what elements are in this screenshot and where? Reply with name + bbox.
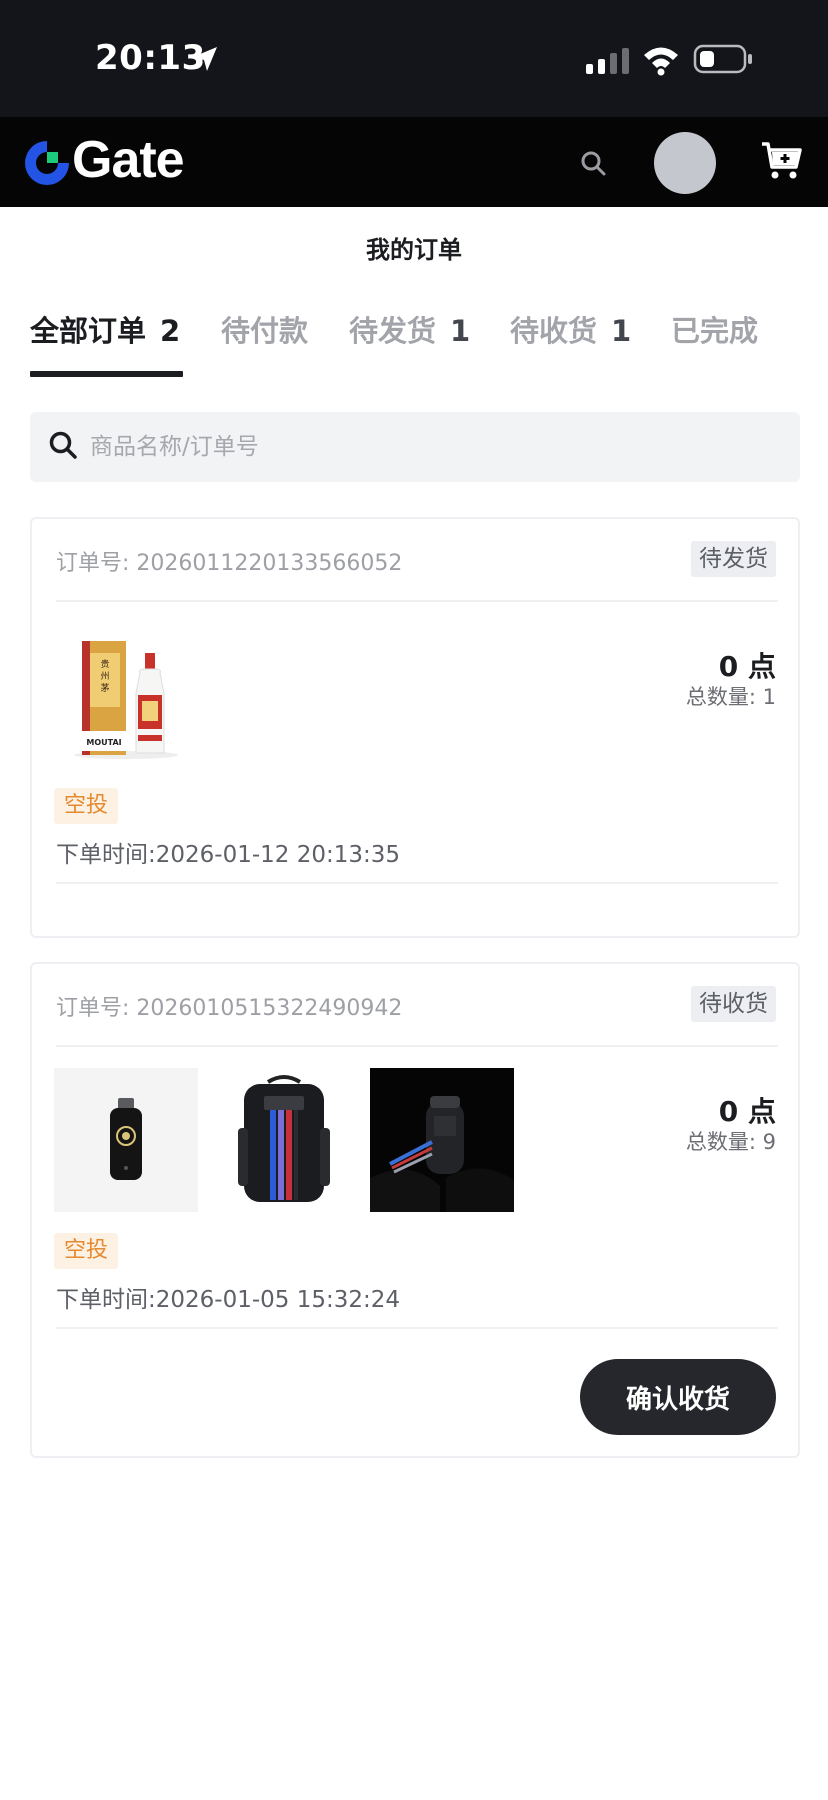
- svg-text:茅: 茅: [100, 683, 109, 694]
- svg-text:州: 州: [100, 671, 109, 682]
- airdrop-tag: 空投: [54, 1233, 119, 1269]
- search-box: [30, 412, 800, 482]
- cart-icon[interactable]: [760, 141, 802, 181]
- tab-label: 待发货: [349, 314, 437, 348]
- confirm-receipt-button[interactable]: 确认收货: [580, 1359, 776, 1435]
- order-time: 下单时间:2026-01-05 15:32:24: [56, 1287, 401, 1313]
- backpack-image[interactable]: [212, 1068, 356, 1212]
- avatar[interactable]: [654, 132, 716, 194]
- tab-label: 待收货: [510, 314, 598, 348]
- divider: [56, 600, 778, 602]
- svg-text:MOUTAI: MOUTAI: [86, 738, 121, 747]
- tab-pending-payment[interactable]: 待付款: [221, 308, 308, 350]
- order-card[interactable]: 订单号: 2026011220133566052 待发货 贵 州 茅 MOUTA…: [30, 517, 800, 938]
- tab-all-orders[interactable]: 全部订单 2: [30, 308, 180, 350]
- gate-logo-icon[interactable]: [22, 138, 72, 188]
- divider: [56, 1327, 778, 1329]
- tab-count: 1: [611, 314, 632, 348]
- tab-completed[interactable]: 已完成: [671, 308, 758, 350]
- tab-count: 1: [450, 314, 471, 348]
- wifi-icon: [644, 47, 678, 76]
- tab-label: 待付款: [221, 314, 309, 348]
- order-status-badge: 待收货: [691, 986, 776, 1022]
- order-number: 订单号: 2026010515322490942: [56, 996, 403, 1021]
- hand-warmer-image[interactable]: [370, 1068, 514, 1212]
- search-icon[interactable]: [580, 150, 606, 176]
- tab-count: 2: [160, 314, 181, 348]
- battery-icon: [693, 44, 752, 74]
- status-time: 20:13: [95, 38, 206, 78]
- order-quantity: 总数量: 1: [685, 685, 776, 709]
- order-card[interactable]: 订单号: 2026010515322490942 待收货 0 点 总数量: 9 …: [30, 962, 800, 1458]
- security-key-image[interactable]: [54, 1068, 198, 1212]
- logo-text[interactable]: Gate: [72, 130, 185, 190]
- page-title: 我的订单: [366, 236, 462, 264]
- location-arrow-icon: [193, 47, 217, 71]
- tab-label: 全部订单: [30, 314, 147, 348]
- active-tab-indicator: [30, 371, 183, 377]
- order-number: 订单号: 2026011220133566052: [56, 551, 403, 576]
- order-price: 0 点: [718, 1095, 776, 1128]
- order-price: 0 点: [718, 650, 776, 683]
- order-quantity: 总数量: 9: [685, 1130, 776, 1154]
- svg-text:贵: 贵: [100, 658, 109, 670]
- order-time: 下单时间:2026-01-12 20:13:35: [56, 842, 401, 868]
- order-status-badge: 待发货: [691, 541, 776, 577]
- tab-pending-shipment[interactable]: 待发货 1: [349, 308, 470, 350]
- divider: [56, 1045, 778, 1047]
- moutai-liquor-image[interactable]: 贵 州 茅 MOUTAI: [54, 623, 198, 767]
- tab-pending-receipt[interactable]: 待收货 1: [510, 308, 631, 350]
- tab-label: 已完成: [671, 314, 759, 348]
- divider: [56, 882, 778, 884]
- search-input[interactable]: [90, 412, 780, 482]
- search-icon: [49, 431, 77, 459]
- order-tabs: 全部订单 2 待付款 待发货 1 待收货 1 已完成: [30, 308, 810, 380]
- cellular-signal-icon: [586, 48, 629, 74]
- airdrop-tag: 空投: [54, 788, 119, 824]
